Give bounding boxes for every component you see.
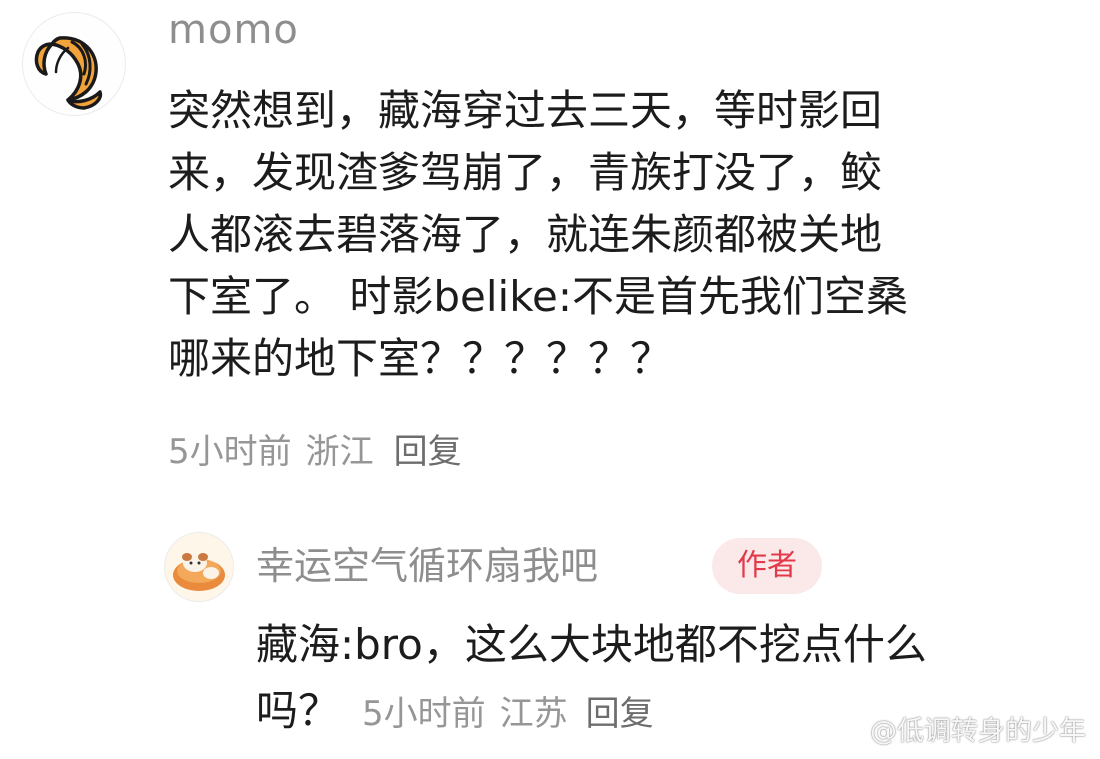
watermark: @低调转身的少年 [826,715,1086,749]
comment-line: 下室了。 时影belike:不是首先我们空桑 [168,272,909,321]
comment-line: 藏海:bro，这么大块地都不挖点什么 [256,620,927,669]
comment-line: 人都滚去碧落海了，就连朱颜都被关地 [168,210,883,259]
bread-cat-icon [173,553,225,591]
author-badge: 作者 [712,538,822,594]
timestamp: 5小时前 [168,432,292,472]
comment-body: 突然想到，藏海穿过去三天，等时影回 来，发现渣爹驾崩了，青族打没了，鲛 人都滚去… [168,80,1068,390]
reply-button[interactable]: 回复 [586,694,654,734]
timestamp: 5小时前 [362,694,486,734]
comment-line: 突然想到，藏海穿过去三天，等时影回 [168,86,883,135]
croissant-icon [34,36,103,110]
location: 江苏 [499,694,568,734]
comment-line: 吗？ [256,686,341,735]
avatar[interactable] [164,532,234,602]
comment-line: 来，发现渣爹驾崩了，青族打没了，鲛 [168,148,883,197]
comment-meta: 5小时前 浙江 回复 [168,430,476,474]
watermark-text: @低调转身的少年 [870,716,1086,747]
reply-button[interactable]: 回复 [394,432,462,472]
comment-thread: momo 突然想到，藏海穿过去三天，等时影回 来，发现渣爹驾崩了，青族打没了，鲛… [0,0,1100,759]
comment-line: 哪来的地下室？？？？？？ [168,334,673,383]
location: 浙江 [305,432,374,472]
username[interactable]: 幸运空气循环扇我吧 [256,542,598,590]
avatar[interactable] [22,12,126,116]
username[interactable]: momo [168,6,299,54]
comment-meta: 5小时前 江苏 回复 [362,694,668,734]
weibo-icon [827,721,863,745]
